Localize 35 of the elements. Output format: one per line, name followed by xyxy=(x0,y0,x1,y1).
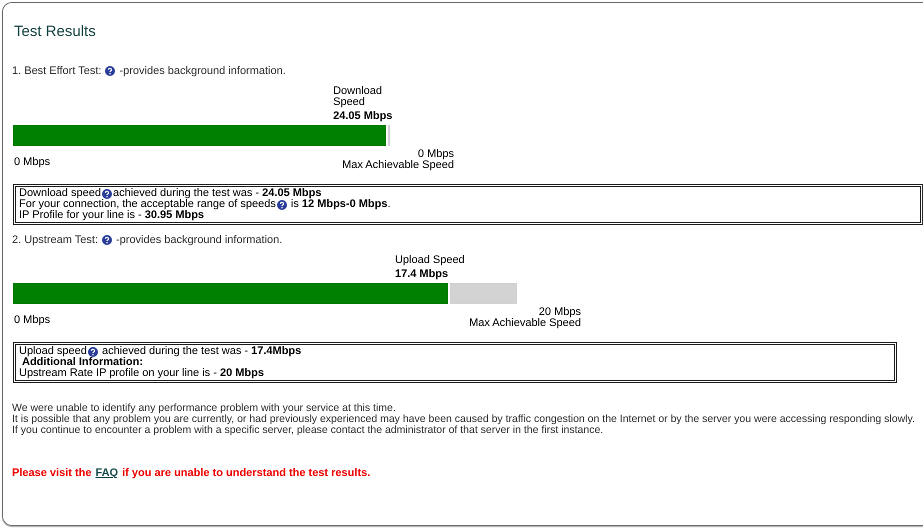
help-icon[interactable] xyxy=(105,66,116,76)
info-text: achieved during the test was - 24.05 Mbps xyxy=(112,188,322,199)
info-text: Upstream Rate IP profile on your line is - 20 Mbps xyxy=(19,368,264,379)
test-hint: -provides background information. xyxy=(116,234,282,246)
notice-text: if you are unable to understand the test results. xyxy=(122,467,370,479)
speed-label: Upload Speed xyxy=(394,255,465,266)
page-title: Test Results xyxy=(14,23,97,42)
info-text: IP Profile for your line is - 30.95 Mbps xyxy=(19,210,204,221)
test-heading: 1. Best Effort Test: xyxy=(12,65,102,77)
notice-text: Please visit the xyxy=(12,467,92,479)
help-icon[interactable] xyxy=(276,200,287,210)
info-subheading: Additional Information: xyxy=(22,357,143,368)
scale-max: 0 Mbps xyxy=(418,149,454,160)
scale-min: 0 Mbps xyxy=(14,156,50,170)
test-heading: 2. Upstream Test: xyxy=(12,234,98,246)
speed-reading: 17.4 Mbps xyxy=(394,268,450,280)
max-caption: Max Achievable Speed xyxy=(469,318,581,329)
info-text: Upload speed xyxy=(19,346,87,357)
scale-min: 0 Mbps xyxy=(14,314,50,328)
speed-reading: 24.05 Mbps xyxy=(333,110,392,122)
info-text: is 12 Mbps-0 Mbps. xyxy=(290,199,391,210)
faq-link[interactable]: FAQ xyxy=(96,467,118,479)
summary-text: It is possible that any problem you are currently, or had previously experienced may have been caused by traffic congestion on the Internet or by the server you were accessing responding slowly. xyxy=(12,414,916,425)
scale-max: 20 Mbps xyxy=(538,307,581,318)
help-icon[interactable] xyxy=(102,235,112,245)
help-icon[interactable] xyxy=(102,188,112,198)
info-text: achieved during the test was - 17.4Mbps xyxy=(100,346,302,357)
summary-text: We were unable to identify any performance problem with your service at this time. xyxy=(12,403,397,414)
test-hint: -provides background information. xyxy=(119,65,286,77)
summary-text: If you continue to encounter a problem with a specific server, please contact the administrator of that server in the first instance. xyxy=(12,425,604,436)
max-caption: Max Achievable Speed xyxy=(342,160,454,171)
speed-label: Download Speed xyxy=(333,86,384,108)
help-icon[interactable] xyxy=(88,346,98,356)
info-text: Download speed xyxy=(19,188,101,199)
info-text: For your connection, the acceptable range of speeds xyxy=(19,199,276,210)
